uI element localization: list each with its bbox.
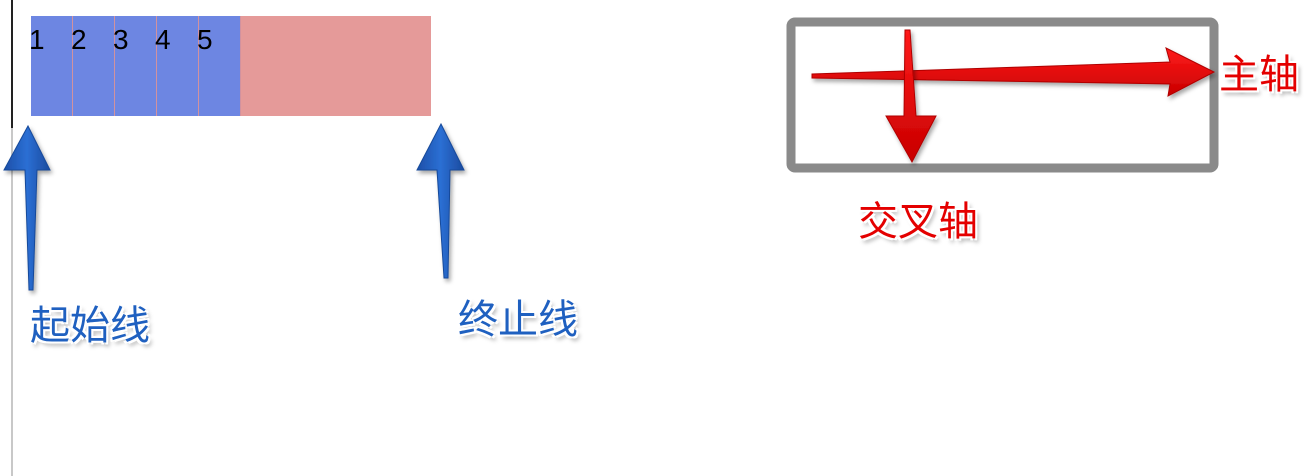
end-line-label: 终止线 xyxy=(458,297,578,343)
diagram-canvas: 1 2 3 4 5 起始线 终止线 主轴 交叉轴 xyxy=(0,0,1311,476)
axis-frame xyxy=(786,17,1219,173)
main-axis-arrow xyxy=(811,47,1216,97)
main-axis-label: 主轴 xyxy=(1219,52,1299,98)
cross-axis-label: 交叉轴 xyxy=(858,199,978,245)
start-line-arrow xyxy=(3,124,51,291)
end-line-arrow xyxy=(416,122,465,279)
start-line-label: 起始线 xyxy=(30,303,150,349)
arrows-layer xyxy=(3,17,1219,291)
cross-axis-arrow xyxy=(885,29,937,164)
